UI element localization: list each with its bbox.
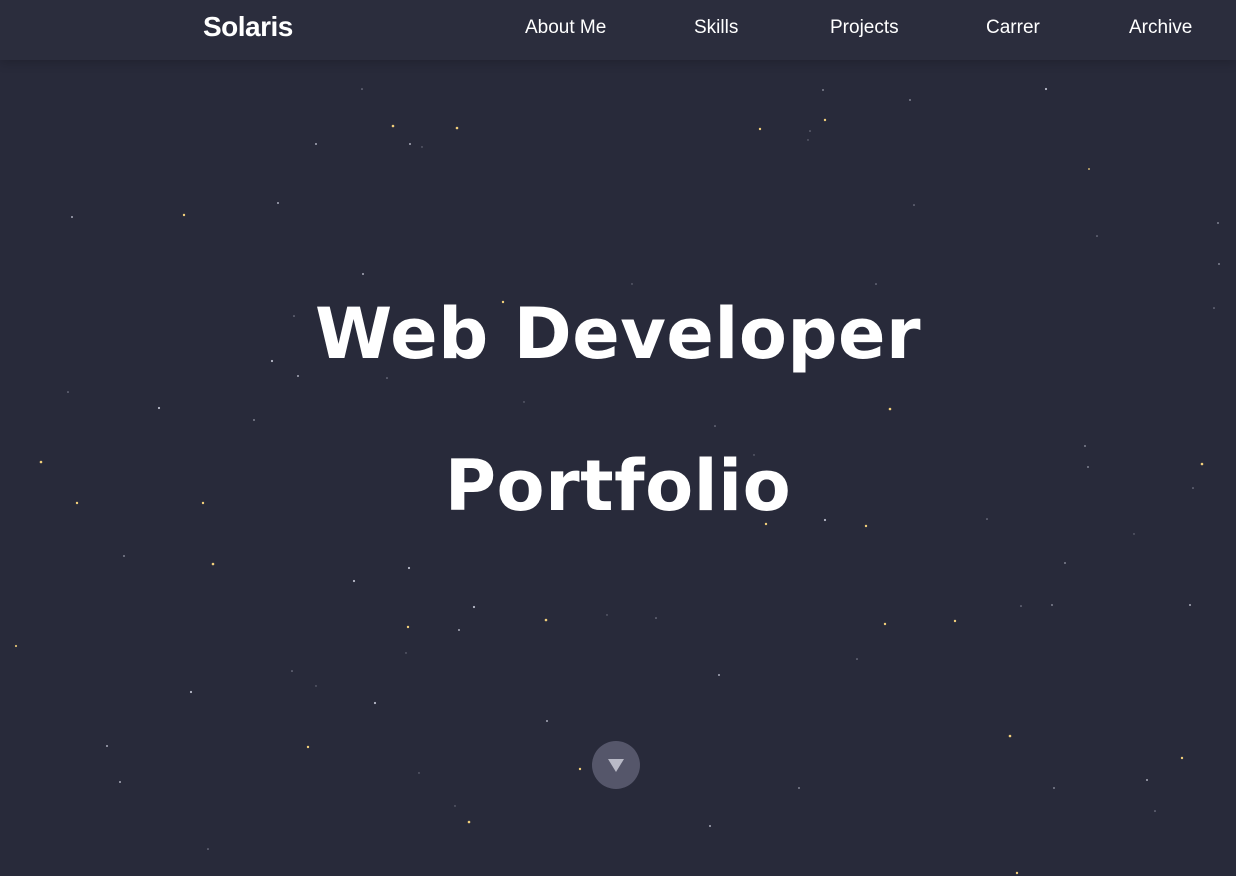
star-dot [1218,263,1220,265]
star-dot [546,720,548,722]
star-dot [182,213,186,217]
star-dot [472,605,476,609]
star-dot [809,130,811,132]
star-dot [1064,562,1066,564]
star-dot [798,787,800,789]
star-dot [856,658,858,660]
star-dot [119,781,121,783]
star-dot [157,406,161,410]
star-dot [1189,604,1191,606]
star-dot [718,674,720,676]
star-dot [631,283,633,285]
star-dot [578,767,582,771]
scroll-down-button[interactable] [592,741,640,789]
star-dot [421,146,423,148]
star-dot [1020,605,1022,607]
star-dot [407,566,411,570]
page: Solaris About Me Skills Projects Carrer … [0,0,1236,876]
star-dot [123,555,125,557]
star-dot [211,562,215,566]
star-dot [406,625,410,629]
star-dot [1051,604,1053,606]
star-dot [391,124,395,128]
triangle-down-icon [608,759,624,772]
star-dot [405,652,407,654]
star-dot [823,118,827,122]
star-dot [1217,222,1219,224]
star-dot [709,825,711,827]
star-dot [362,273,364,275]
star-dot [1146,779,1148,781]
nav-link-archive[interactable]: Archive [1129,16,1192,40]
star-dot [953,619,957,623]
star-dot [297,375,299,377]
top-navbar: Solaris About Me Skills Projects Carrer … [0,0,1236,60]
star-dot [883,622,887,626]
star-dot [758,127,762,131]
star-dot [875,283,877,285]
star-dot [1180,756,1184,760]
hero-title-line-1: Web Developer [314,293,922,375]
star-dot [373,701,377,705]
nav-link-projects[interactable]: Projects [830,16,899,40]
star-dot [409,143,411,145]
star-dot [253,419,255,421]
star-dot [71,216,73,218]
nav-link-carrer[interactable]: Carrer [986,16,1040,40]
nav-link-skills[interactable]: Skills [694,16,738,40]
star-dot [1015,871,1019,875]
nav-link-about-me[interactable]: About Me [525,16,606,40]
star-dot [1154,810,1156,812]
star-dot [714,425,716,427]
star-dot [822,89,824,91]
star-dot [807,139,809,141]
star-dot [1133,533,1135,535]
star-dot [1044,87,1048,91]
star-dot [277,202,279,204]
star-dot [913,204,915,206]
star-dot [1096,235,1098,237]
star-dot [454,805,456,807]
star-dot [315,143,317,145]
star-dot [207,848,209,850]
star-dot [1008,734,1012,738]
star-dot [306,745,310,749]
star-dot [909,99,911,101]
star-dot [888,407,892,411]
site-logo[interactable]: Solaris [203,10,293,44]
hero-title-line-2: Portfolio [444,445,792,527]
star-dot [418,772,420,774]
star-dot [544,618,548,622]
star-dot [14,644,18,648]
star-dot [361,88,363,90]
star-dot [67,391,69,393]
star-dot [315,685,317,687]
star-dot [352,579,356,583]
star-dot [1053,787,1055,789]
star-dot [386,377,388,379]
star-dot [1088,168,1090,170]
star-dot [467,820,471,824]
star-dot [606,614,608,616]
star-dot [455,126,459,130]
star-dot [189,690,193,694]
star-dot [523,401,525,403]
star-dot [458,629,460,631]
star-dot [291,670,293,672]
star-dot [106,745,108,747]
star-dot [655,617,657,619]
